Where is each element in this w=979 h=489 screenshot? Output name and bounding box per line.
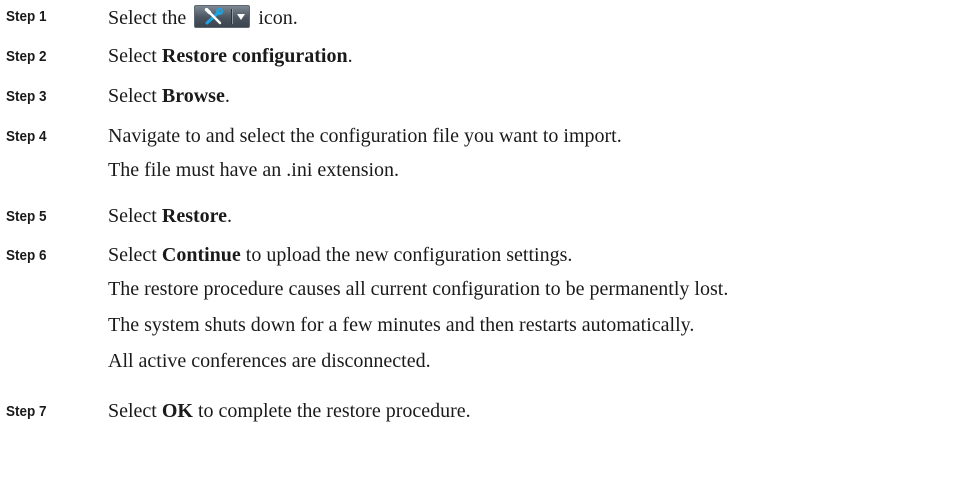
ui-element-name: OK <box>161 400 193 422</box>
step-label: Step 7 <box>6 403 47 420</box>
step-text-pre: Select <box>108 244 162 266</box>
step-text-post: . <box>347 45 353 67</box>
button-separator <box>231 9 234 24</box>
step-instruction: Select Continue to upload the new config… <box>108 244 572 267</box>
tools-menu-icon[interactable] <box>194 5 251 28</box>
ui-element-name: Browse <box>161 85 225 107</box>
step-text-pre: Select <box>108 85 162 107</box>
step-label: Step 4 <box>6 128 47 145</box>
step-label: Step 6 <box>6 247 47 264</box>
step-note: The system shuts down for a few minutes … <box>108 314 695 336</box>
step-text-pre: Select <box>108 400 162 422</box>
step-instruction: Select OK to complete the restore proced… <box>108 400 471 423</box>
step-6: Step 6 Select Continue to upload the new… <box>0 242 979 268</box>
step-4: Step 4 Navigate to and select the config… <box>0 123 979 149</box>
step-instruction: Select Restore configuration. <box>108 45 353 68</box>
step-text-post: to complete the restore procedure. <box>193 400 471 422</box>
step-note: The restore procedure causes all current… <box>108 278 729 300</box>
step-instruction: Select Browse. <box>108 85 230 108</box>
step-text-pre: Select <box>108 205 162 227</box>
step-2: Step 2 Select Restore configuration. <box>0 43 979 69</box>
ui-element-name: Restore <box>161 205 228 227</box>
ui-element-name: Restore configuration <box>161 45 348 67</box>
procedure-steps: Step 1 Select the icon. Step 2 Select Re… <box>0 0 979 489</box>
step-label: Step 3 <box>6 88 47 105</box>
step-label: Step 1 <box>6 8 47 25</box>
step-instruction: Navigate to and select the configuration… <box>108 125 622 147</box>
chevron-down-icon <box>237 14 246 20</box>
step-text-pre: Select the <box>108 7 192 29</box>
step-text-post: icon. <box>258 7 298 29</box>
step-1: Step 1 Select the icon. <box>0 3 979 29</box>
step-note: All active conferences are disconnected. <box>108 350 431 372</box>
step-text-pre: Select <box>108 45 162 67</box>
step-3: Step 3 Select Browse. <box>0 83 979 109</box>
step-instruction: Select the icon. <box>108 5 298 30</box>
step-text-post: to upload the new configuration settings… <box>240 244 573 266</box>
step-text-post: . <box>224 85 230 107</box>
step-7: Step 7 Select OK to complete the restore… <box>0 398 979 424</box>
step-5: Step 5 Select Restore. <box>0 203 979 229</box>
ui-element-name: Continue <box>161 244 241 266</box>
step-label: Step 5 <box>6 208 47 225</box>
step-label: Step 2 <box>6 48 47 65</box>
wrench-screwdriver-icon <box>205 8 224 25</box>
step-note: The file must have an .ini extension. <box>108 159 400 181</box>
step-instruction: Select Restore. <box>108 205 232 228</box>
step-text-post: . <box>227 205 233 227</box>
